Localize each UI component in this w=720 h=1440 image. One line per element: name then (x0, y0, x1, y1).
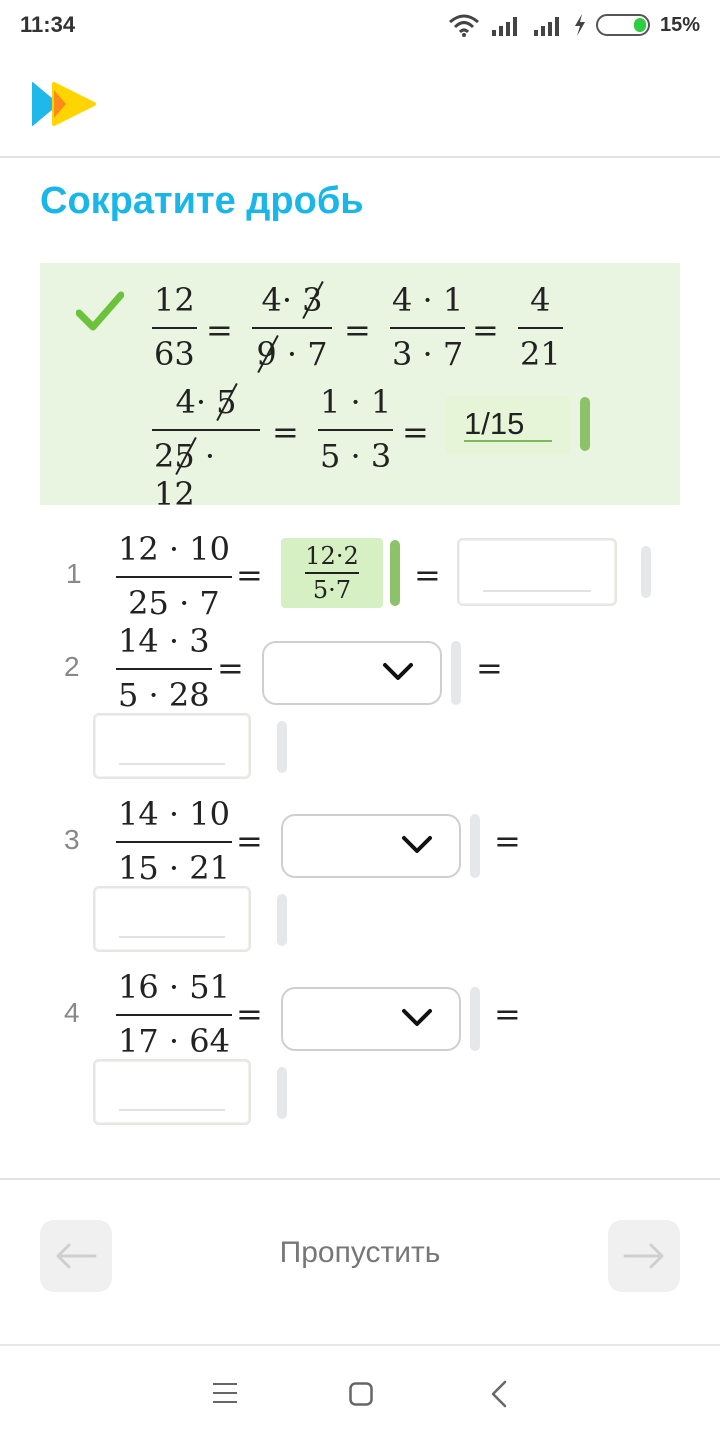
fraction: 1 · 1 5 · 3 (318, 383, 394, 475)
charging-icon (574, 14, 585, 36)
answer-input[interactable] (457, 538, 617, 606)
numerator: 4 · 1 (392, 281, 464, 319)
status-time: 11:34 (20, 12, 76, 37)
denominator: 3 · 7 (392, 335, 464, 373)
menu-icon[interactable] (213, 1382, 237, 1404)
equals-sign: = (236, 995, 263, 1033)
denominator: 21 (520, 335, 561, 373)
fraction-cancelled: 4· 3 9 · 7 (252, 281, 332, 373)
equals-sign: = (344, 311, 371, 349)
chevron-down-icon (383, 663, 413, 680)
arrow-right-icon (623, 1243, 664, 1269)
footer-divider (0, 1178, 720, 1180)
numerator: 4 (530, 281, 551, 319)
fraction: 12 63 (152, 281, 197, 373)
numerator: 12 (154, 281, 195, 319)
answer-field-correct: 1/15 (446, 396, 570, 454)
step-dropdown[interactable] (262, 641, 442, 705)
task-fraction: 14 · 3 5 · 28 (116, 622, 212, 714)
system-nav-bar (0, 1344, 720, 1440)
check-icon (76, 291, 124, 331)
chevron-down-icon (402, 836, 432, 853)
status-indicator-correct (390, 540, 400, 606)
signal-icon (491, 17, 517, 36)
fraction: 4 · 1 3 · 7 (390, 281, 466, 373)
equals-sign: = (494, 822, 521, 860)
equals-sign: = (494, 995, 521, 1033)
task-fraction: 16 · 51 17 · 64 (116, 968, 232, 1060)
step-dropdown[interactable] (281, 987, 461, 1051)
status-indicator (641, 546, 651, 598)
battery-percent: 15% (659, 13, 700, 36)
denominator: 63 (154, 335, 195, 373)
task-fraction: 12 · 10 25 · 7 (116, 530, 232, 622)
denominator: 17 · 64 (118, 1022, 230, 1060)
equals-sign: = (236, 556, 263, 594)
step-dropdown[interactable] (281, 814, 461, 878)
next-button[interactable] (608, 1220, 680, 1292)
equals-sign: = (472, 311, 499, 349)
task-number: 4 (64, 997, 80, 1028)
equals-sign: = (217, 649, 244, 687)
denominator: 5 · 3 (320, 437, 392, 475)
answer-input[interactable] (93, 713, 251, 779)
task-number: 1 (66, 558, 82, 589)
app-logo-icon (32, 82, 96, 126)
status-indicator (277, 721, 287, 773)
page-title: Сократите дробь (40, 180, 364, 222)
battery-icon (595, 14, 650, 36)
status-icons: 15% (448, 10, 700, 40)
equals-sign: = (272, 413, 299, 451)
status-indicator (277, 1067, 287, 1119)
equals-sign: = (476, 649, 503, 687)
status-indicator (277, 894, 287, 946)
wifi-icon (448, 14, 479, 37)
numerator: 14 · 3 (118, 622, 210, 660)
numerator: 12 · 10 (118, 530, 230, 568)
status-bar: 11:34 15% (0, 0, 720, 50)
numerator: 16 · 51 (118, 968, 230, 1006)
status-indicator (470, 987, 480, 1051)
numerator: 14 · 10 (118, 795, 230, 833)
solved-example: 12 63 = 4· 3 9 · 7 = 4 · 1 3 · 7 = 4 21 … (40, 263, 680, 513)
task-fraction: 14 · 10 15 · 21 (116, 795, 232, 887)
status-indicator (451, 641, 461, 705)
equals-sign: = (414, 556, 441, 594)
equals-sign: = (402, 413, 429, 451)
status-indicator-correct (580, 397, 590, 451)
home-icon[interactable] (349, 1382, 373, 1406)
app-header (0, 50, 720, 158)
signal-icon (533, 17, 559, 36)
equals-sign: = (206, 311, 233, 349)
answer-input[interactable] (93, 1059, 251, 1125)
task-number: 3 (64, 824, 80, 855)
denominator: 15 · 21 (118, 849, 230, 887)
fraction: 4 21 (518, 281, 563, 373)
back-nav-icon[interactable] (490, 1380, 508, 1408)
answer-value: 1/15 (464, 406, 525, 441)
denominator: 25 · 7 (128, 584, 220, 622)
fraction-cancelled: 4· 5 25 · 12 (152, 383, 260, 513)
chevron-down-icon (402, 1009, 432, 1026)
status-indicator (470, 814, 480, 878)
answer-input[interactable] (93, 886, 251, 952)
denominator: 5 · 28 (118, 676, 210, 714)
filled-step-chip[interactable]: 12·2 5·7 (281, 538, 383, 608)
equals-sign: = (236, 822, 263, 860)
task-number: 2 (64, 651, 80, 682)
numerator: 1 · 1 (320, 383, 392, 421)
